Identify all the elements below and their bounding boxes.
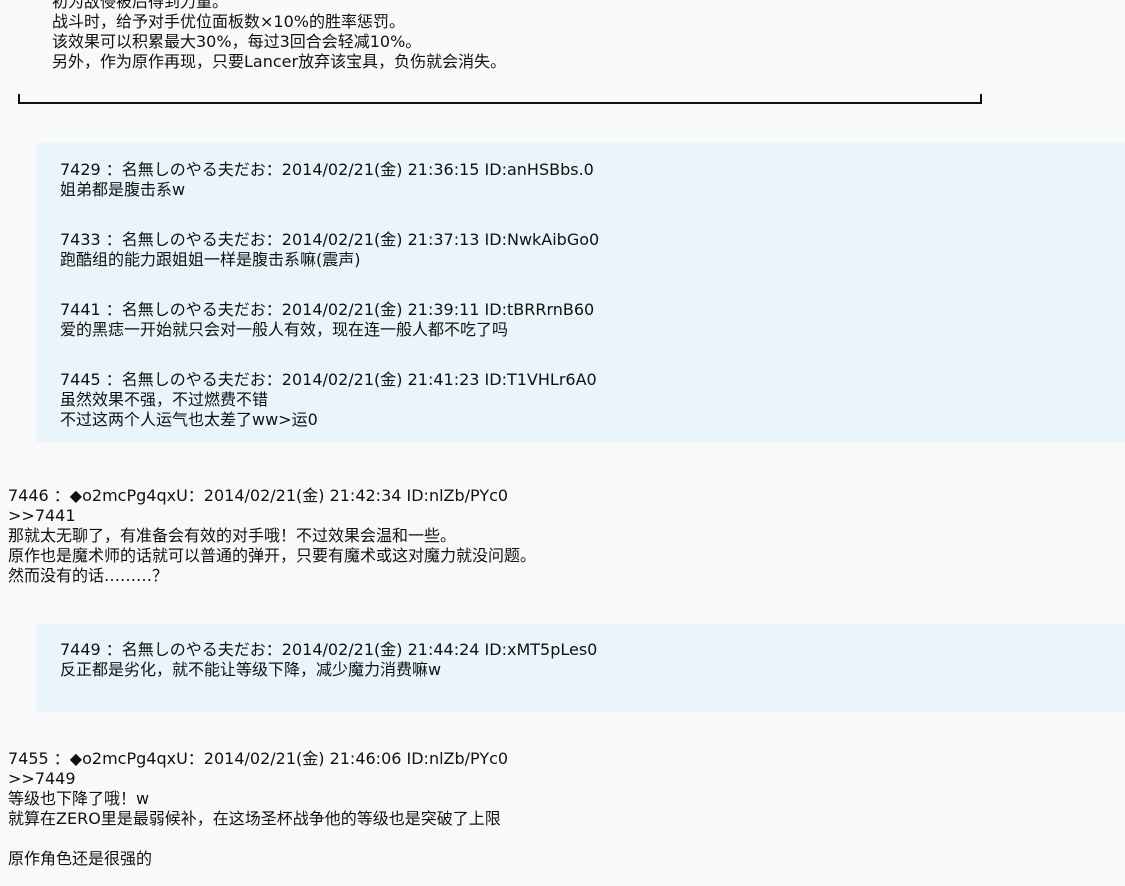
post-text: 那就太无聊了，有准备会有效的对手哦！不过效果会温和一些。: [8, 526, 457, 545]
post-header: 7446 ：◆o2mcPg4qxU：2014/02/21(金) 21:42:34…: [8, 486, 509, 505]
comment-text: 姐弟都是腹击系w: [60, 180, 186, 199]
comment-header: 7445 ：名無しのやる夫だお：2014/02/21(金) 21:41:23 I…: [60, 370, 597, 389]
quoted-comment: 7433 ：名無しのやる夫だお：2014/02/21(金) 21:37:13 I…: [60, 230, 1125, 270]
reply-anchor-link[interactable]: >>7449: [8, 769, 508, 789]
comment-header: 7441 ：名無しのやる夫だお：2014/02/21(金) 21:39:11 I…: [60, 300, 595, 319]
ability-line: 该效果可以积累最大30%，每过3回合会轻减10%。: [52, 32, 422, 51]
quoted-comment: 7445 ：名無しのやる夫だお：2014/02/21(金) 21:41:23 I…: [60, 370, 1125, 430]
post-header: 7455 ：◆o2mcPg4qxU：2014/02/21(金) 21:46:06…: [8, 749, 509, 768]
author-post: 7455 ：◆o2mcPg4qxU：2014/02/21(金) 21:46:06…: [8, 749, 508, 869]
box-bottom-border: [18, 94, 982, 104]
comment-text: 跑酷组的能力跟姐姐一样是腹击系嘛(震声): [60, 250, 361, 269]
post-text: 原作角色还是很强的: [8, 849, 153, 868]
comment-header: 7433 ：名無しのやる夫だお：2014/02/21(金) 21:37:13 I…: [60, 230, 600, 249]
quoted-comment: 7429 ：名無しのやる夫だお：2014/02/21(金) 21:36:15 I…: [60, 160, 1125, 200]
quoted-comments-block: 7429 ：名無しのやる夫だお：2014/02/21(金) 21:36:15 I…: [36, 143, 1125, 442]
comment-header: 7449 ：名無しのやる夫だお：2014/02/21(金) 21:44:24 I…: [60, 640, 598, 659]
ability-line: 另外，作为原作再现，只要Lancer放弃该宝具，负伤就会消失。: [52, 52, 507, 71]
quoted-comments-block: 7449 ：名無しのやる夫だお：2014/02/21(金) 21:44:24 I…: [36, 624, 1125, 712]
quoted-comment: 7449 ：名無しのやる夫だお：2014/02/21(金) 21:44:24 I…: [60, 640, 1125, 680]
comment-text: 虽然效果不强，不过燃费不错: [60, 390, 269, 409]
quoted-comment: 7441 ：名無しのやる夫だお：2014/02/21(金) 21:39:11 I…: [60, 300, 1125, 340]
comment-text: 不过这两个人运气也太差了ww>运0: [60, 410, 318, 429]
ability-description: 初为敌侵被后得到力量。 战斗时，给予对手优位面板数×10%的胜率惩罚。 该效果可…: [52, 0, 506, 72]
comment-text: 反正都是劣化，就不能让等级下降，减少魔力消费嘛w: [60, 660, 442, 679]
post-text: 等级也下降了哦！w: [8, 789, 150, 808]
post-text: 就算在ZERO里是最弱候补，在这场圣杯战争他的等级也是突破了上限: [8, 809, 501, 828]
comment-text: 爱的黑痣一开始就只会对一般人有效，现在连一般人都不吃了吗: [60, 320, 509, 339]
ability-line: 战斗时，给予对手优位面板数×10%的胜率惩罚。: [52, 12, 405, 31]
comment-header: 7429 ：名無しのやる夫だお：2014/02/21(金) 21:36:15 I…: [60, 160, 594, 179]
ability-line: 初为敌侵被后得到力量。: [52, 0, 229, 11]
author-post: 7446 ：◆o2mcPg4qxU：2014/02/21(金) 21:42:34…: [8, 486, 536, 586]
post-text: 然而没有的话………？: [8, 566, 169, 585]
post-text: 原作也是魔术师的话就可以普通的弹开，只要有魔术或这对魔力就没问题。: [8, 546, 537, 565]
reply-anchor-link[interactable]: >>7441: [8, 506, 536, 526]
